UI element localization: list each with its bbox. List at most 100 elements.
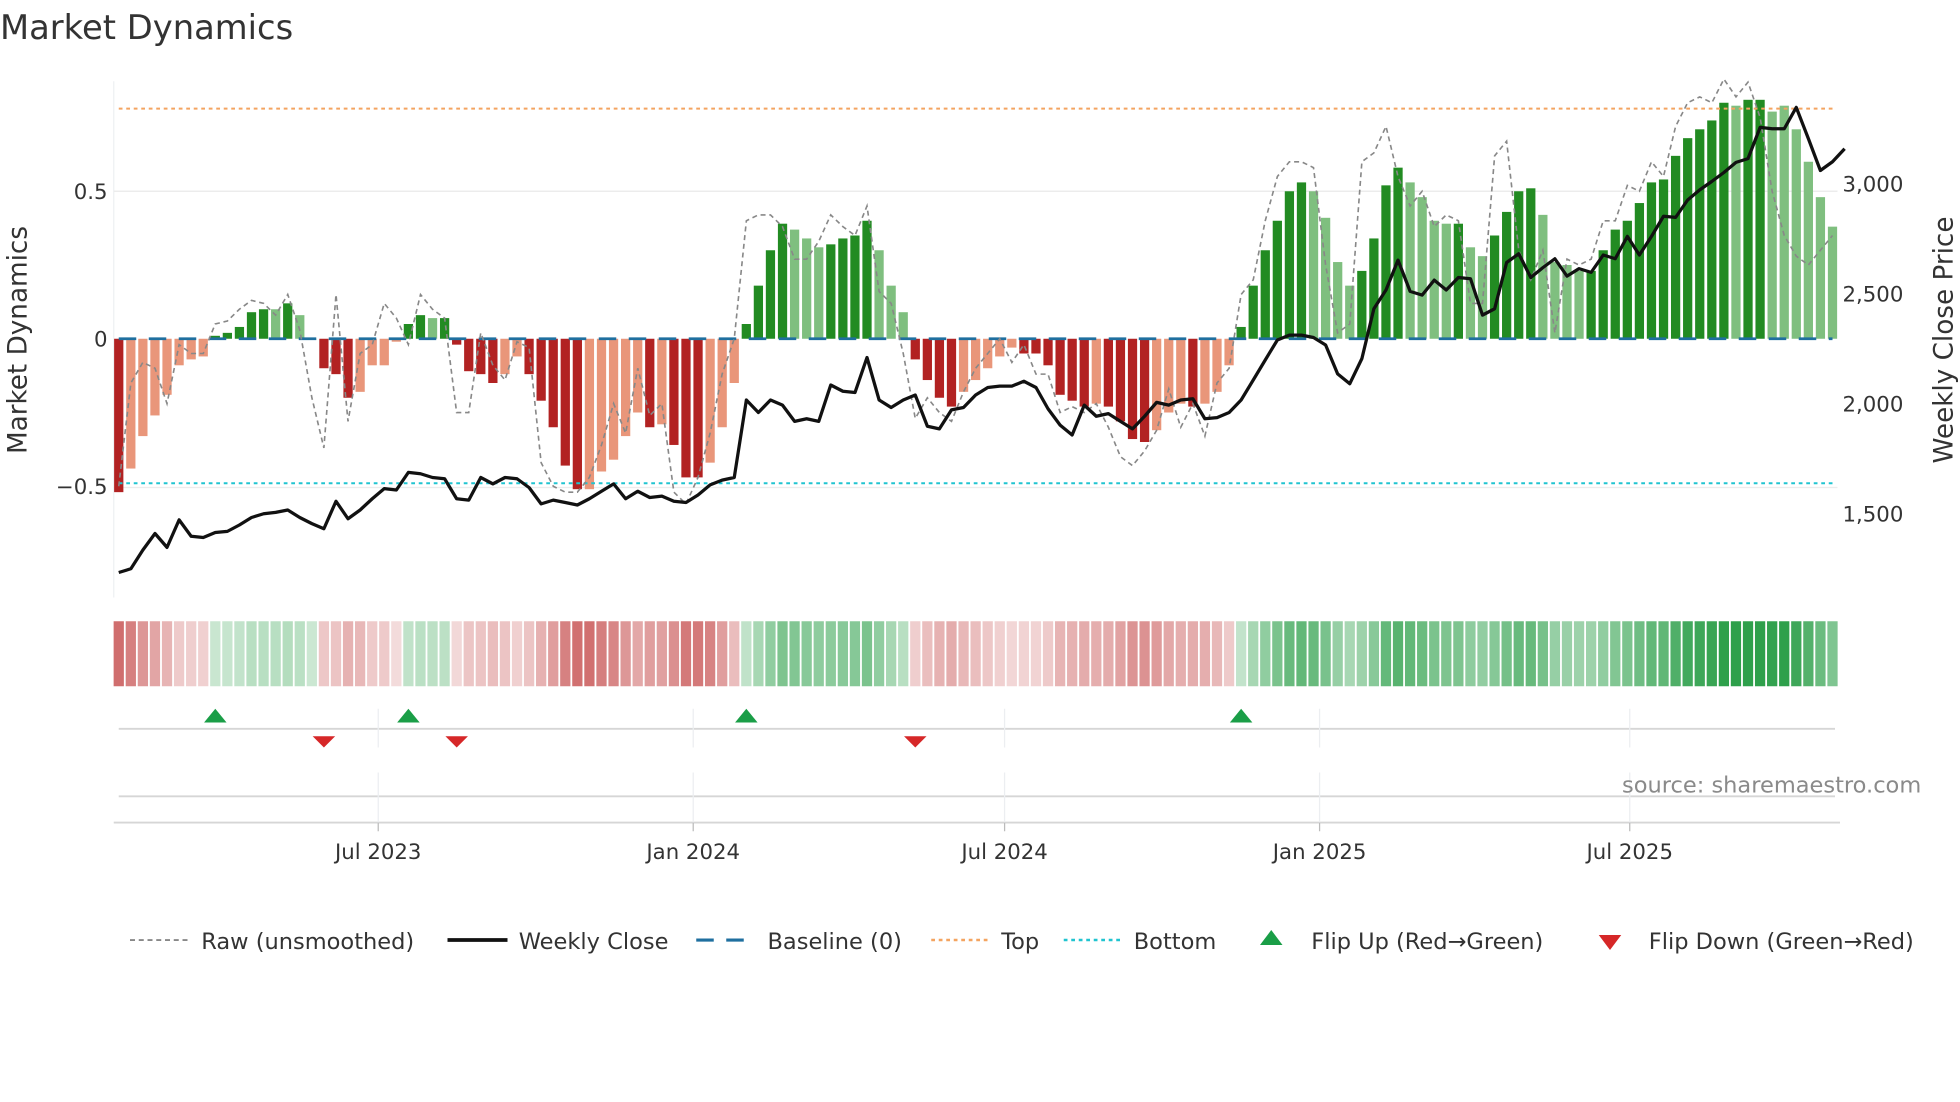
chart-title: Market Dynamics — [0, 8, 293, 47]
heat-cell — [1079, 621, 1090, 687]
dynamics-bar — [1055, 338, 1065, 395]
dynamics-bar — [862, 220, 872, 339]
dynamics-bar — [1417, 197, 1427, 339]
dynamics-bar — [995, 338, 1005, 357]
heat-cell — [620, 621, 631, 687]
dynamics-bar — [621, 338, 631, 437]
heat-cell — [886, 621, 897, 687]
source-label: source: sharemaestro.com — [1622, 773, 1921, 799]
heat-cell — [717, 621, 728, 687]
dynamics-bar — [934, 338, 945, 398]
heat-cell — [246, 621, 257, 687]
heat-cell — [1006, 621, 1017, 687]
legend-top-label: Top — [1000, 929, 1039, 955]
dynamics-bar — [1526, 188, 1536, 339]
dynamics-bar — [850, 235, 860, 339]
heat-cell — [1163, 621, 1174, 687]
dynamics-bar — [271, 309, 281, 339]
heat-cell — [922, 621, 933, 687]
dynamics-bar — [1658, 179, 1669, 339]
heat-cell — [777, 621, 788, 687]
dynamics-bar — [1296, 182, 1307, 339]
dynamics-bar — [1514, 191, 1524, 339]
heat-cell — [1260, 621, 1271, 687]
heat-cell — [1477, 621, 1488, 687]
heat-cell — [330, 621, 342, 687]
heat-cell — [173, 621, 185, 687]
heat-cell — [427, 621, 438, 687]
flip-down-marker — [312, 736, 336, 748]
heat-cell — [1236, 621, 1247, 687]
flip-up-marker — [204, 708, 227, 723]
heat-cell — [1453, 621, 1464, 687]
dynamics-bar — [1574, 270, 1584, 339]
dynamics-bar — [1683, 138, 1693, 339]
heat-cell — [692, 621, 704, 687]
heat-cell — [511, 621, 523, 687]
dynamics-bar — [1731, 105, 1741, 339]
left-tick-label: 0 — [94, 327, 108, 352]
heat-cell — [475, 621, 486, 687]
heat-cell — [1380, 621, 1392, 687]
heat-cell — [1272, 621, 1283, 687]
heat-cell — [125, 621, 136, 687]
dynamics-bar — [379, 338, 389, 366]
heat-cell — [572, 621, 583, 687]
dynamics-bar — [1333, 262, 1343, 339]
dynamics-bar — [1719, 102, 1729, 339]
dynamics-bar — [1815, 197, 1826, 339]
heat-cell — [1356, 621, 1367, 687]
dynamics-bar — [1200, 338, 1210, 404]
dynamics-bar — [319, 338, 329, 369]
heat-cell — [536, 621, 547, 687]
heat-cell — [1767, 621, 1778, 687]
heat-cell — [1791, 621, 1802, 687]
dynamics-bar — [548, 338, 558, 428]
heat-cell — [1501, 621, 1512, 687]
legend-close-label: Weekly Close — [519, 929, 669, 955]
heat-cell — [1694, 621, 1705, 687]
dynamics-bar — [1115, 338, 1126, 422]
dynamics-bar — [536, 338, 546, 401]
dynamics-bar — [1393, 167, 1403, 339]
dynamics-bar — [1260, 250, 1270, 339]
heat-cell — [704, 621, 716, 687]
heat-cell — [584, 621, 595, 687]
heat-cell — [741, 621, 752, 687]
heat-cell — [1139, 621, 1150, 687]
dynamics-bar — [1791, 129, 1801, 339]
dynamics-bar — [427, 318, 438, 339]
heat-cell — [1779, 621, 1790, 687]
dynamics-bar — [1103, 338, 1114, 407]
heat-cell — [1658, 621, 1669, 687]
dynamics-bar — [560, 338, 570, 466]
dynamics-bar — [717, 338, 727, 428]
dynamics-bar — [138, 338, 148, 437]
heat-cell — [391, 621, 402, 687]
dynamics-bar — [645, 338, 655, 428]
x-tick-label: Jan 2024 — [644, 840, 740, 865]
flip-up-marker — [1229, 708, 1253, 723]
heat-cell — [463, 621, 474, 687]
heat-cell — [1513, 621, 1524, 687]
heat-cell — [873, 621, 885, 687]
dynamics-bar — [789, 229, 800, 339]
left-tick-label: −0.5 — [56, 475, 108, 500]
dynamics-bar — [1441, 223, 1451, 339]
right-axis-title: Weekly Close Price — [1930, 217, 1960, 464]
heat-cell — [1284, 621, 1295, 687]
flip-markers-panel — [113, 708, 1840, 824]
heat-cell — [1042, 621, 1054, 687]
heat-cell — [946, 621, 957, 687]
heat-cell — [1610, 621, 1621, 687]
dynamics-bar — [826, 244, 836, 339]
legend-flip-up-icon — [1260, 930, 1283, 945]
dynamics-bar — [234, 326, 245, 339]
heat-cell — [1742, 621, 1754, 687]
heat-cell — [1598, 621, 1609, 687]
weekly-close-line — [118, 105, 1846, 575]
heat-cell — [1537, 621, 1548, 687]
right-axis-ticks: 3,000 2,500 2,000 1,500 — [1843, 172, 1904, 527]
heat-cell — [1054, 621, 1066, 687]
dynamics-bar — [186, 338, 196, 360]
